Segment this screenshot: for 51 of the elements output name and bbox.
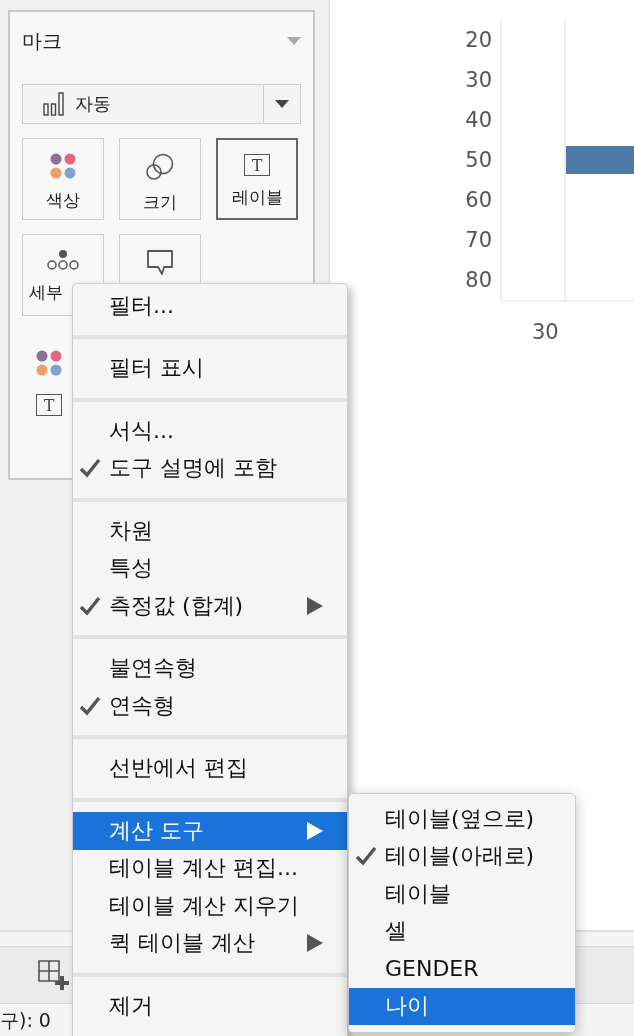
menu-item[interactable]: 서식... [73,412,347,450]
menu-item[interactable]: 제거 [73,987,347,1025]
check-icon [79,695,101,716]
axis-label: 30 [464,67,493,94]
menu-item[interactable]: 테이블 계산 편집... [73,849,347,887]
menu-item[interactable]: 차원 [73,512,347,550]
color-dots-icon [36,350,62,376]
card-title: 마크 [22,27,62,55]
submenu-arrow-icon [307,821,323,840]
check-icon [79,458,101,479]
menu-item[interactable]: 특성 [73,549,347,587]
menu-item[interactable]: 테이블 계산 지우기 [73,887,347,925]
menu-item[interactable]: GENDER [349,950,575,988]
check-icon [79,595,101,616]
axis-label: 60 [464,187,493,214]
menu-item[interactable]: 연속형 [73,687,347,725]
axis-label: 80 [464,267,493,294]
dots-icon [47,249,79,271]
menu-item[interactable]: 셀 [349,912,575,950]
menu-item[interactable]: 퀵 테이블 계산 [73,924,347,962]
axis-label: 70 [464,227,493,254]
menu-item[interactable]: 선반에서 편집 [73,749,347,787]
mark-property-button[interactable]: 크기 [119,138,201,220]
circles-icon [145,153,175,181]
text-icon: T [36,394,62,416]
menu-item[interactable]: 테이블 [349,875,575,913]
axis-label: 40 [464,107,493,134]
status-text: 구): 0 [0,1008,52,1033]
bar-chart-icon [43,92,65,116]
menu-item[interactable]: 테이블(옆으로) [349,800,575,838]
color-dots-icon [50,153,76,179]
menu-item[interactable]: 나이 [349,987,575,1025]
menu-item[interactable]: 불연속형 [73,649,347,687]
mark-property-button[interactable]: 색상 [22,138,104,220]
check-icon [355,846,377,867]
submenu-arrow-icon [307,934,323,953]
text-icon: T [244,154,270,176]
submenu-arrow-icon [307,596,323,615]
menu-item[interactable]: 계산 도구 [73,812,347,850]
speech-bubble-icon [146,249,174,277]
mark-type-dropdown[interactable]: 자동 [22,84,301,124]
menu-item[interactable]: 도구 설명에 포함 [73,449,347,487]
menu-item[interactable]: 측정값 (합계) [73,587,347,625]
axis-label: 20 [464,27,493,54]
menu-item[interactable]: 필터 표시 [73,349,347,387]
axis-label: 50 [464,147,493,174]
axis-label: 30 [532,320,559,344]
menu-item[interactable]: 테이블(아래로) [349,837,575,875]
mark-property-button[interactable]: T 레이블 [216,138,298,220]
add-table-icon[interactable] [38,960,70,990]
caret-icon [275,100,289,108]
